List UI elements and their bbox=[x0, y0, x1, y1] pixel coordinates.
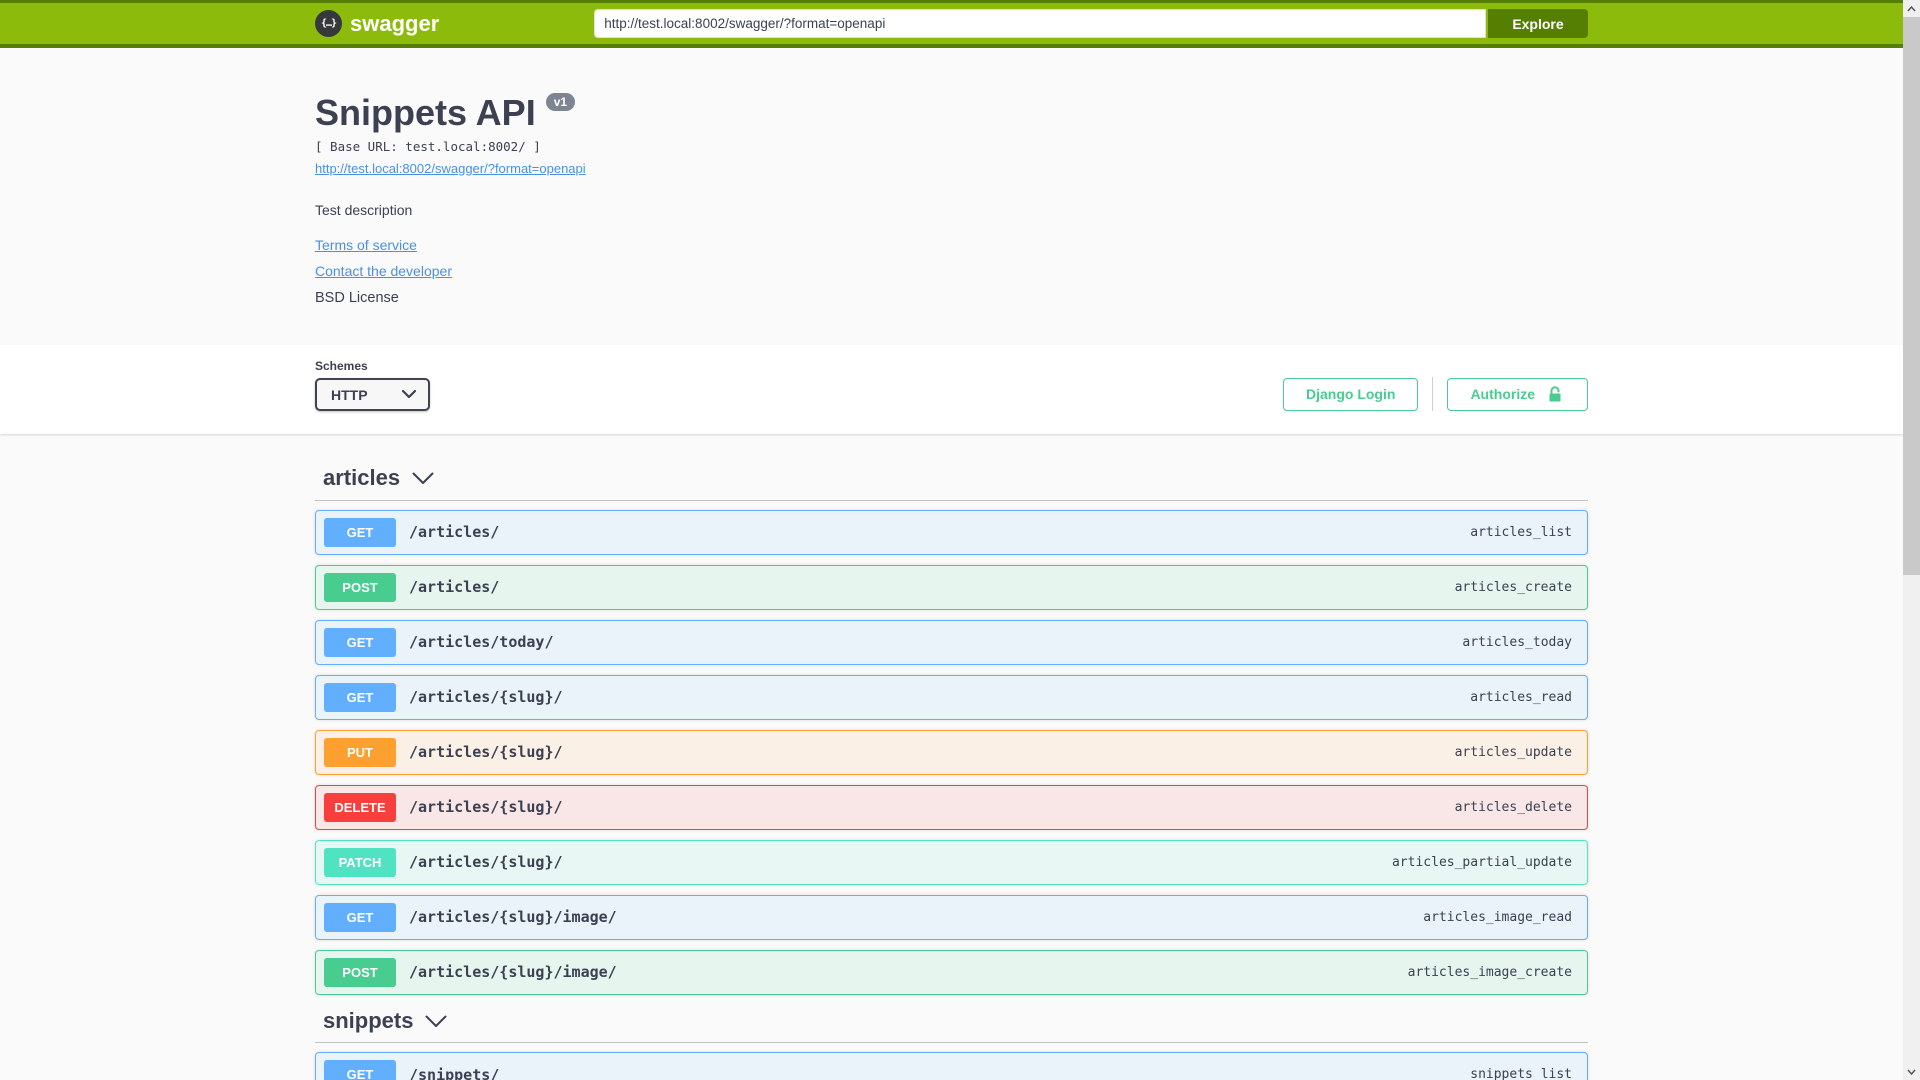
authorize-button[interactable]: Authorize bbox=[1447, 377, 1588, 411]
operation-row[interactable]: PATCH /articles/{slug}/ articles_partial… bbox=[315, 839, 1588, 885]
auth-wrapper: Django Login Authorize bbox=[1283, 377, 1588, 412]
chevron-down-icon bbox=[412, 472, 434, 484]
schemes-block: Schemes HTTP bbox=[315, 359, 430, 412]
spec-link[interactable]: http://test.local:8002/swagger/?format=o… bbox=[315, 161, 586, 176]
operation-path: /articles/{slug}/ bbox=[409, 853, 563, 872]
base-url: [ Base URL: test.local:8002/ ] bbox=[315, 139, 541, 155]
unlock-icon bbox=[1549, 386, 1561, 402]
operation-path: /articles/{slug}/image/ bbox=[409, 908, 617, 927]
scrollbar-down-arrow-icon[interactable] bbox=[1903, 1063, 1920, 1080]
operation-row[interactable]: GET /snippets/ snippets_list bbox=[315, 1052, 1588, 1080]
auth-divider bbox=[1432, 377, 1434, 412]
operation-id: articles_create bbox=[1454, 579, 1572, 595]
method-badge: GET bbox=[324, 1060, 396, 1080]
operation-path: /articles/{slug}/image/ bbox=[409, 963, 617, 982]
chevron-down-icon bbox=[402, 390, 416, 399]
main-content: Snippets API v1 [ Base URL: test.local:8… bbox=[0, 48, 1903, 1080]
swagger-logo-icon: {…} bbox=[315, 10, 342, 37]
operation-path: /articles/today/ bbox=[409, 633, 554, 652]
scheme-selected-value: HTTP bbox=[331, 386, 368, 403]
spec-url-input[interactable] bbox=[594, 9, 1486, 38]
scrollbar-thumb[interactable] bbox=[1903, 17, 1920, 575]
operation-id: articles_read bbox=[1470, 689, 1572, 705]
operations-area: articles GET /articles/ articles_list PO… bbox=[315, 464, 1588, 1080]
method-badge: GET bbox=[324, 902, 396, 932]
operation-row[interactable]: POST /articles/ articles_create bbox=[315, 564, 1588, 610]
vertical-scrollbar[interactable] bbox=[1903, 0, 1920, 1080]
topbar: {…} swagger Explore bbox=[0, 0, 1903, 48]
operation-path: /snippets/ bbox=[409, 1065, 500, 1080]
method-badge: PATCH bbox=[324, 847, 396, 877]
api-description: Test description bbox=[315, 202, 413, 219]
operation-row[interactable]: POST /articles/{slug}/image/ articles_im… bbox=[315, 949, 1588, 995]
section-heading[interactable]: articles bbox=[315, 464, 1588, 493]
operation-row[interactable]: GET /articles/{slug}/image/ articles_ima… bbox=[315, 894, 1588, 940]
operation-id: articles_delete bbox=[1454, 799, 1572, 815]
operation-id: articles_today bbox=[1462, 634, 1572, 650]
explore-button[interactable]: Explore bbox=[1488, 9, 1588, 38]
chevron-down-icon bbox=[425, 1015, 447, 1027]
swagger-brand-link[interactable]: {…} swagger bbox=[315, 10, 439, 37]
brand-name: swagger bbox=[350, 10, 440, 36]
scheme-container: Schemes HTTP Django Login Authorize bbox=[0, 345, 1903, 435]
operation-path: /articles/{slug}/ bbox=[409, 743, 563, 762]
operation-row[interactable]: DELETE /articles/{slug}/ articles_delete bbox=[315, 784, 1588, 830]
method-badge: GET bbox=[324, 517, 396, 547]
operation-id: articles_partial_update bbox=[1391, 854, 1572, 870]
terms-of-service-link[interactable]: Terms of service bbox=[315, 237, 417, 253]
operations-list: GET /snippets/ snippets_list bbox=[315, 1052, 1588, 1080]
method-badge: GET bbox=[324, 627, 396, 657]
operation-row[interactable]: GET /articles/{slug}/ articles_read bbox=[315, 674, 1588, 720]
method-badge: GET bbox=[324, 682, 396, 712]
page-title: Snippets API v1 bbox=[315, 91, 1588, 134]
method-badge: PUT bbox=[324, 737, 396, 767]
section-name: articles bbox=[323, 465, 401, 491]
section-heading[interactable]: snippets bbox=[315, 1007, 1588, 1036]
operations-list: GET /articles/ articles_list POST /artic… bbox=[315, 509, 1588, 995]
scrollbar-up-arrow-icon[interactable] bbox=[1903, 0, 1920, 17]
operation-id: articles_image_read bbox=[1423, 909, 1572, 925]
api-info: Snippets API v1 [ Base URL: test.local:8… bbox=[315, 48, 1588, 345]
api-section: articles GET /articles/ articles_list PO… bbox=[315, 464, 1588, 995]
scheme-select[interactable]: HTTP bbox=[315, 378, 430, 412]
swagger-ui-page: {…} swagger Explore Snippets API v1 [ Ba… bbox=[0, 0, 1903, 1080]
method-badge: POST bbox=[324, 957, 396, 987]
section-divider bbox=[315, 499, 1588, 501]
contact-developer-link[interactable]: Contact the developer bbox=[315, 263, 452, 279]
section-divider bbox=[315, 1042, 1588, 1044]
django-login-button[interactable]: Django Login bbox=[1283, 377, 1419, 411]
operation-path: /articles/ bbox=[409, 523, 500, 542]
operation-row[interactable]: GET /articles/today/ articles_today bbox=[315, 619, 1588, 665]
operation-path: /articles/{slug}/ bbox=[409, 798, 563, 817]
authorize-label: Authorize bbox=[1470, 386, 1535, 403]
operation-row[interactable]: GET /articles/ articles_list bbox=[315, 509, 1588, 555]
operation-row[interactable]: PUT /articles/{slug}/ articles_update bbox=[315, 729, 1588, 775]
download-url-form: Explore bbox=[594, 9, 1588, 38]
operation-id: articles_image_create bbox=[1407, 964, 1572, 980]
api-title-text: Snippets API bbox=[315, 92, 536, 133]
operation-id: snippets_list bbox=[1470, 1067, 1572, 1080]
operation-id: articles_list bbox=[1470, 524, 1572, 540]
operation-path: /articles/ bbox=[409, 578, 500, 597]
operation-path: /articles/{slug}/ bbox=[409, 688, 563, 707]
operation-id: articles_update bbox=[1454, 744, 1572, 760]
license-text: BSD License bbox=[315, 290, 399, 307]
section-name: snippets bbox=[323, 1007, 414, 1033]
method-badge: POST bbox=[324, 572, 396, 602]
method-badge: DELETE bbox=[324, 792, 396, 822]
api-section: snippets GET /snippets/ snippets_list bbox=[315, 1007, 1588, 1080]
schemes-label: Schemes bbox=[315, 359, 368, 374]
version-badge: v1 bbox=[545, 93, 576, 111]
